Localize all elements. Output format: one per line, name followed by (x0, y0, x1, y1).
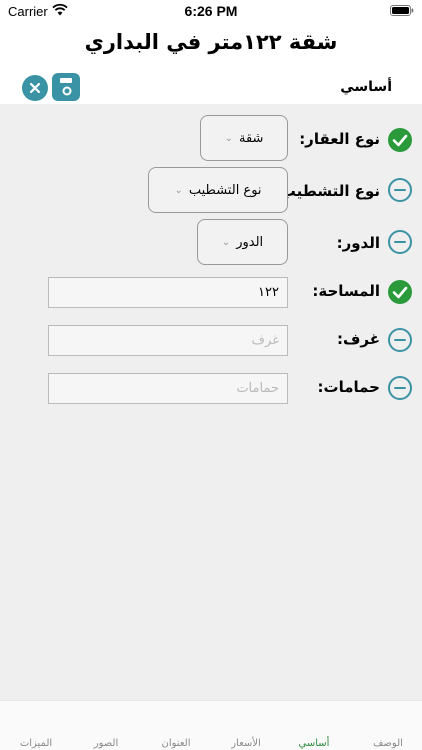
close-icon (29, 82, 41, 94)
finishing-type-value: نوع التشطيب (188, 182, 262, 198)
tab-description[interactable]: الوصف (358, 738, 418, 749)
property-type-value: شقة (238, 130, 264, 146)
minus-circle-icon (388, 230, 412, 254)
chevron-down-icon: ⌄ (224, 132, 233, 144)
floor-dropdown[interactable]: الدور ⌄ (197, 219, 288, 265)
page-title: شقة ١٢٢متر في البداري (84, 30, 338, 54)
form-area: نوع العقار: شقة ⌄ نوع التشطيب: نوع التشط… (0, 104, 422, 700)
floor-value: الدور (236, 234, 264, 250)
tab-photos[interactable]: الصور (76, 738, 136, 749)
minus-circle-icon (388, 178, 412, 202)
bathrooms-label: حمامات: (317, 378, 381, 396)
toolbar: أساسي (0, 72, 422, 104)
status-bar: Carrier 6:26 PM (0, 0, 422, 24)
tab-features[interactable]: الميزات (6, 738, 66, 749)
save-icon (60, 78, 72, 96)
property-type-label: نوع العقار: (299, 130, 380, 148)
minus-circle-icon (388, 376, 412, 400)
battery-icon (390, 5, 414, 16)
area-label: المساحة: (312, 282, 380, 300)
close-button[interactable] (22, 75, 48, 101)
tab-basic[interactable]: أساسي (284, 738, 344, 749)
chevron-down-icon: ⌄ (174, 184, 183, 196)
tab-address[interactable]: العنوان (146, 738, 206, 749)
tab-prices[interactable]: الأسعار (216, 738, 276, 749)
property-type-row: نوع العقار: شقة ⌄ (0, 115, 422, 161)
bathrooms-row: حمامات: حمامات (0, 370, 422, 410)
floor-label: الدور: (336, 234, 380, 252)
check-icon (388, 280, 412, 304)
tab-bar: الوصف أساسي الأسعار العنوان الصور الميزا… (0, 700, 422, 750)
rooms-row: غرف: غرف (0, 322, 422, 362)
area-row: المساحة: ١٢٢ (0, 274, 422, 314)
rooms-input[interactable]: غرف (48, 325, 288, 356)
bathrooms-input[interactable]: حمامات (48, 373, 288, 404)
finishing-type-row: نوع التشطيب: نوع التشطيب ⌄ (0, 167, 422, 213)
save-button[interactable] (52, 73, 80, 101)
area-input[interactable]: ١٢٢ (48, 277, 288, 308)
chevron-down-icon: ⌄ (221, 236, 231, 248)
rooms-label: غرف: (336, 330, 380, 348)
finishing-type-label: نوع التشطيب: (274, 182, 380, 200)
check-icon (388, 128, 412, 152)
section-label: أساسي (340, 79, 392, 95)
property-type-dropdown[interactable]: شقة ⌄ (200, 115, 288, 161)
finishing-type-dropdown[interactable]: نوع التشطيب ⌄ (148, 167, 288, 213)
minus-circle-icon (388, 328, 412, 352)
clock: 6:26 PM (184, 3, 238, 19)
floor-row: الدور: الدور ⌄ (0, 219, 422, 265)
